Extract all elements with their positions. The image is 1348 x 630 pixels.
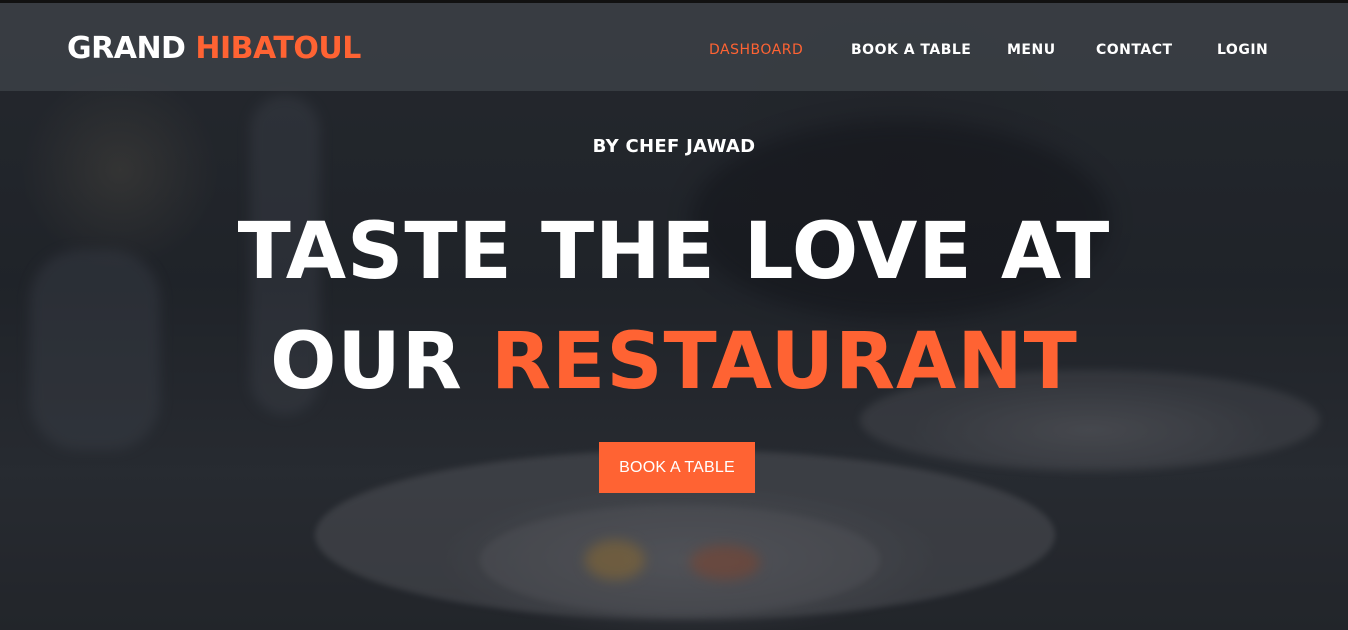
navbar: GRAND HIBATOUL DASHBOARD BOOK A TABLE ME… bbox=[0, 3, 1348, 91]
nav-link-menu[interactable]: MENU bbox=[1007, 40, 1056, 60]
nav-link-book-a-table[interactable]: BOOK A TABLE bbox=[851, 40, 971, 60]
hero-byline: BY CHEF JAWAD bbox=[592, 136, 756, 157]
main-nav: DASHBOARD BOOK A TABLE MENU CONTACT LOGI… bbox=[0, 40, 1348, 62]
headline-line-1: TASTE THE LOVE AT bbox=[237, 207, 1111, 297]
headline-line-2-white: OUR bbox=[270, 317, 463, 407]
nav-link-login[interactable]: LOGIN bbox=[1217, 40, 1268, 60]
book-a-table-button[interactable]: BOOK A TABLE bbox=[599, 442, 755, 493]
hero-headline: TASTE THE LOVE AT OUR RESTAURANT bbox=[0, 197, 1348, 417]
nav-link-contact[interactable]: CONTACT bbox=[1096, 40, 1173, 60]
nav-link-dashboard[interactable]: DASHBOARD bbox=[709, 40, 803, 60]
headline-line-2-accent: RESTAURANT bbox=[490, 317, 1078, 407]
